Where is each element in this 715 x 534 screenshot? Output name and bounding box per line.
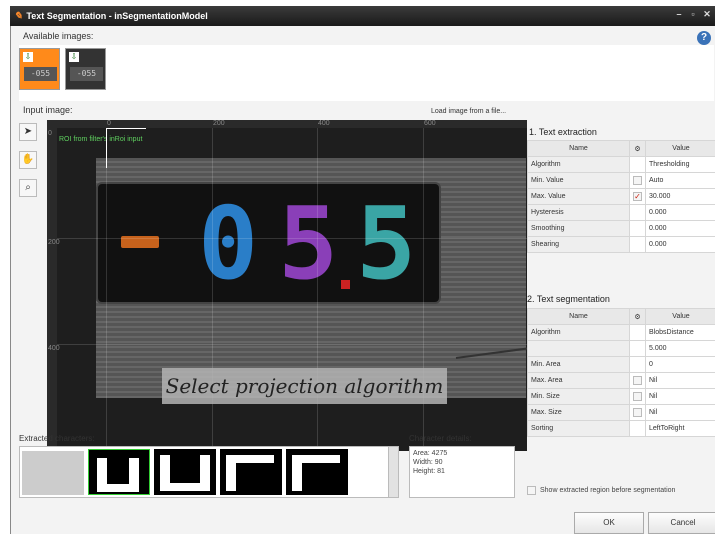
dialog-window: Available images: ? ⇩ -055 ⇩ -055 Input … [10,26,715,534]
max-area-checkbox[interactable] [633,376,642,385]
extracted-characters-label: Extracted characters: [19,434,95,443]
load-image-link[interactable]: Load image from a file... [431,108,506,115]
ruler-tick: 200 [213,120,225,127]
table-row[interactable]: 5.000 [527,340,715,357]
ok-button[interactable]: OK [574,512,644,534]
detail-width: Width: 90 [413,459,443,466]
horizontal-ruler: 0 200 400 600 [47,120,527,128]
ruler-tick: 0 [107,120,111,127]
character-tile[interactable] [286,449,348,495]
table-row[interactable]: Hysteresis 0.000 [527,204,715,221]
characters-scrollbar[interactable] [388,447,398,497]
character-details-label: Character details: [409,434,472,443]
name-header: Name [527,140,630,157]
digit-1: 0 [198,185,259,302]
table-row[interactable]: Min. Area 0 [527,356,715,373]
minimize-button[interactable]: – [672,9,686,21]
pointer-tool-icon[interactable]: ➤ [19,123,37,141]
table-row[interactable]: Smoothing 0.000 [527,220,715,237]
close-button[interactable]: ✕ [700,9,714,21]
character-details-box: Area: 4275 Width: 90 Height: 81 [409,446,515,498]
app-icon: ✎ [14,10,23,22]
maximize-button[interactable]: ▫ [686,9,700,21]
text-extraction-title: 1. Text extraction [529,127,597,137]
max-size-checkbox[interactable] [633,408,642,417]
table-row[interactable]: Min. Size Nil [527,388,715,405]
zoom-magnifier-icon[interactable]: ⌕ [19,179,37,197]
character-tile[interactable] [154,449,216,495]
title-bar: ✎ Text Segmentation - inSegmentationMode… [10,6,715,26]
viewer-toolbar: ➤ ✋ ⌕ [19,123,37,207]
max-value-checkbox[interactable]: ✓ [633,192,642,201]
roi-arrow-x [106,128,146,129]
text-extraction-table: Name ⚙ Value Algorithm Thresholding Min. … [527,140,715,253]
name-header: Name [527,308,630,325]
value-header: Value [645,308,715,325]
seven-segment-display: 0 5 5 [96,182,441,304]
table-row[interactable]: Max. Size Nil [527,404,715,421]
input-marker-icon: ⇩ [23,52,33,62]
table-row[interactable]: Max. Value ✓ 30.000 [527,188,715,205]
ruler-tick: 0 [48,130,52,137]
thumbnail-display: -055 [70,67,103,81]
available-images-label: Available images: [23,31,94,41]
thumbnail-strip: ⇩ -055 ⇩ -055 [19,45,714,101]
character-tile[interactable] [88,449,150,495]
show-extracted-label: Show extracted region before segmentatio… [540,487,676,494]
ruler-tick: 600 [424,120,436,127]
table-row[interactable]: Algorithm BlobsDistance [527,324,715,341]
gridline [47,238,527,239]
ruler-tick: 400 [318,120,330,127]
input-marker-icon: ⇩ [69,52,79,62]
text-segmentation-title: 2. Text segmentation [527,294,610,304]
roi-arrow-y [106,128,107,168]
image-viewer[interactable]: 0 5 5 0 200 400 600 0 200 400 ROI from f… [47,120,527,451]
gridline [106,120,107,451]
ruler-tick: 200 [48,239,60,246]
tutorial-caption: Select projection algorithm [162,368,447,404]
detail-area: Area: 4275 [413,450,448,457]
vertical-ruler: 0 200 400 [47,120,60,451]
table-row[interactable]: Sorting LeftToRight [527,420,715,437]
image-thumbnail-2[interactable]: ⇩ -055 [65,48,106,90]
table-row[interactable]: Max. Area Nil [527,372,715,389]
character-tile[interactable] [220,449,282,495]
input-image-label: Input image: [23,105,73,115]
gear-icon: ⚙ [629,308,646,325]
window-title: Text Segmentation - inSegmentationModel [26,11,208,21]
table-row[interactable]: Min. Value Auto [527,172,715,189]
detail-height: Height: 81 [413,468,445,475]
show-extracted-checkbox[interactable] [527,486,536,495]
min-size-checkbox[interactable] [633,392,642,401]
image-thumbnail-1[interactable]: ⇩ -055 [19,48,60,90]
value-header: Value [645,140,715,157]
ruler-tick: 400 [48,345,60,352]
cancel-button[interactable]: Cancel [648,512,715,534]
help-icon[interactable]: ? [697,31,711,45]
extracted-characters-strip[interactable] [19,446,399,498]
character-tile[interactable] [22,449,84,495]
digit-3: 5 [356,185,417,302]
show-extracted-option[interactable]: Show extracted region before segmentatio… [527,486,675,495]
table-row[interactable]: Algorithm Thresholding [527,156,715,173]
pan-hand-icon[interactable]: ✋ [19,151,37,169]
text-segmentation-table: Name ⚙ Value Algorithm BlobsDistance 5.00… [527,308,715,437]
table-row[interactable]: Shearing 0.000 [527,236,715,253]
gear-icon: ⚙ [629,140,646,157]
min-value-checkbox[interactable] [633,176,642,185]
roi-label: ROI from filter's inRoi input [59,136,143,143]
decimal-point [341,280,350,289]
digit-2: 5 [278,185,339,302]
thumbnail-display: -055 [24,67,57,81]
